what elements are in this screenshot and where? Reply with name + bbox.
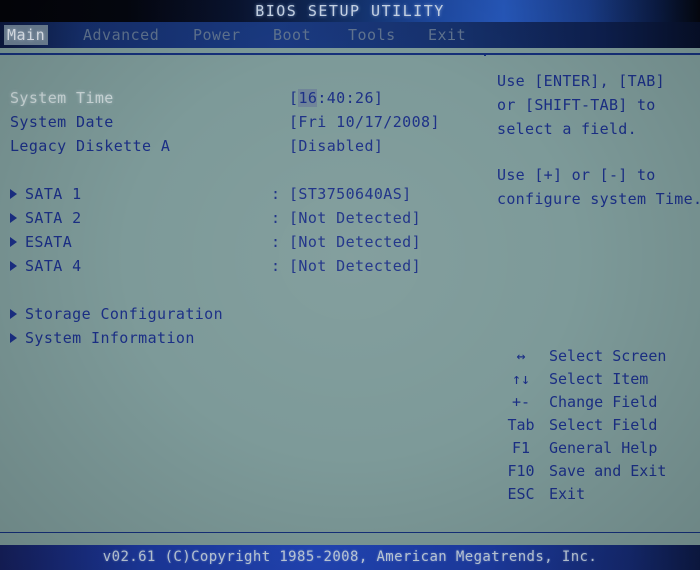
navkey-select-item-label: Select Item [549,370,649,388]
navkey-exit-key: ESC [507,485,535,503]
submenu-arrow-icon [10,213,17,223]
top-frame-line [0,53,700,55]
navkey-select-screen-label: Select Screen [549,347,667,365]
navkey-change-field-label: Change Field [549,393,658,411]
setting-row-system-time[interactable]: System Time [16:40:26] [0,89,484,113]
submenu-arrow-icon [10,309,17,319]
setting-label-system-date: System Date [10,113,114,131]
menu-item-exit[interactable]: Exit [425,25,469,45]
setting-label-system-time: System Time [10,89,114,107]
drive-label-sata-2: SATA 2 [25,209,82,227]
drive-separator: : [271,185,281,203]
drive-row-esata[interactable]: ESATA : [Not Detected] [0,233,484,257]
drive-separator: : [271,257,281,275]
setting-row-legacy-diskette-a[interactable]: Legacy Diskette A [Disabled] [0,137,484,161]
submenu-arrow-icon [10,261,17,271]
help-line: Use [+] or [-] to [497,166,656,184]
submenu-label-storage-configuration: Storage Configuration [25,305,224,323]
settings-panel: System Time [16:40:26] System Date [Fri … [0,56,484,532]
body-area: System Time [16:40:26] System Date [Fri … [0,56,700,532]
submenu-arrow-icon [10,237,17,247]
menu-bar: Main Advanced Power Boot Tools Exit [0,22,700,48]
navkey-select-screen-key: ↔ [516,347,526,365]
menu-item-advanced[interactable]: Advanced [80,25,162,45]
setting-value-legacy-diskette-a[interactable]: [Disabled] [289,137,383,155]
copyright-text: v02.61 (C)Copyright 1985-2008, American … [102,549,598,565]
navkey-select-field-key: Tab [507,416,535,434]
setting-value-system-time[interactable]: [16:40:26] [289,89,383,107]
footer-bar: v02.61 (C)Copyright 1985-2008, American … [0,545,700,570]
navkey-general-help-key: F1 [511,439,531,457]
drive-value-esata: [Not Detected] [289,233,422,251]
submenu-arrow-icon [10,333,17,343]
drive-label-esata: ESATA [25,233,73,251]
submenu-label-system-information: System Information [25,329,195,347]
help-line: select a field. [497,120,637,138]
drive-label-sata-1: SATA 1 [25,185,82,203]
navkey-save-and-exit-label: Save and Exit [549,462,667,480]
time-hour-cursor: 16 [298,89,318,107]
submenu-row-system-information[interactable]: System Information [0,329,484,353]
submenu-row-storage-configuration[interactable]: Storage Configuration [0,305,484,329]
drive-value-sata-4: [Not Detected] [289,257,422,275]
drive-value-sata-2: [Not Detected] [289,209,422,227]
setting-value-system-date[interactable]: [Fri 10/17/2008] [289,113,440,131]
setting-label-legacy-diskette-a: Legacy Diskette A [10,137,171,155]
drive-separator: : [271,233,281,251]
navkey-save-and-exit-key: F10 [507,462,535,480]
menu-item-power[interactable]: Power [190,25,244,45]
drive-row-sata-4[interactable]: SATA 4 : [Not Detected] [0,257,484,281]
title-bar: BIOS SETUP UTILITY [0,0,700,22]
drive-value-sata-1: [ST3750640AS] [289,185,412,203]
navkey-select-item-key: ↑↓ [511,370,531,388]
navkey-exit-label: Exit [549,485,586,503]
navkey-select-field-label: Select Field [549,416,658,434]
help-panel: Use [ENTER], [TAB] or [SHIFT-TAB] to sel… [487,56,700,532]
navkey-change-field-key: +- [511,393,531,411]
page-title: BIOS SETUP UTILITY [255,2,445,20]
drive-row-sata-2[interactable]: SATA 2 : [Not Detected] [0,209,484,233]
bios-setup-screen: BIOS SETUP UTILITY Main Advanced Power B… [0,0,700,570]
drive-row-sata-1[interactable]: SATA 1 : [ST3750640AS] [0,185,484,209]
help-line: configure system Time. [497,190,700,208]
setting-row-system-date[interactable]: System Date [Fri 10/17/2008] [0,113,484,137]
menu-item-tools[interactable]: Tools [345,25,399,45]
navkey-general-help-label: General Help [549,439,658,457]
help-line: Use [ENTER], [TAB] [497,72,665,90]
help-line: or [SHIFT-TAB] to [497,96,656,114]
drive-label-sata-4: SATA 4 [25,257,82,275]
submenu-arrow-icon [10,189,17,199]
drive-separator: : [271,209,281,227]
menu-item-main[interactable]: Main [4,25,49,45]
menu-item-boot[interactable]: Boot [270,25,314,45]
